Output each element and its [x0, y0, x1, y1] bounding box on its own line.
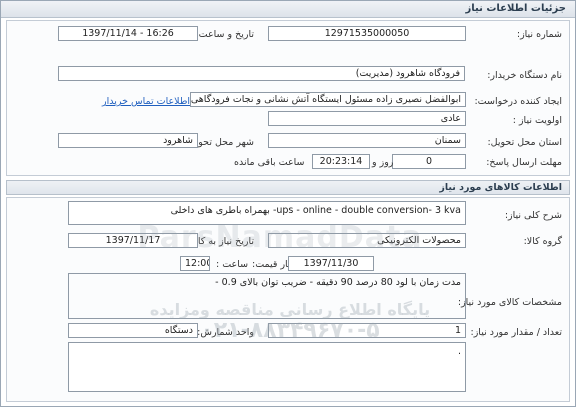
buyer-org-field: فرودگاه شاهرود (مدیریت): [58, 66, 465, 81]
summary-label: شرح کلی نیاز:: [504, 210, 562, 221]
requester-label: ایجاد کننده درخواست:: [474, 96, 562, 107]
announce-datetime-field: 1397/11/14 - 16:26: [58, 26, 198, 41]
need-number-field: 12971535000050: [268, 26, 466, 41]
page-title: جزئیات اطلاعات نیاز: [465, 3, 566, 14]
priority-label: اولویت نیاز :: [512, 115, 562, 126]
priority-field: عادی: [268, 111, 466, 126]
requester-field: ابوالفضل نصیری زاده مسئول ایستگاه آتش نش…: [190, 92, 466, 107]
goods-group-label: گروه کالا:: [523, 236, 562, 247]
buyer-org-label: نام دستگاه خریدار:: [487, 70, 562, 81]
city-field: شاهرود: [58, 133, 198, 148]
watermark-line1: پایگاه اطلاع رسانی مناقصه ومزایده: [149, 300, 431, 319]
notes-field: .: [68, 342, 466, 392]
quantity-label: تعداد / مقدار مورد نیاز:: [470, 327, 562, 338]
deadline-days-field: 0: [392, 154, 466, 169]
deadline-label: مهلت ارسال پاسخ:: [486, 157, 562, 168]
price-validity-date-field: 1397/11/30: [288, 256, 374, 271]
goods-section-title: اطلاعات کالاهای مورد نیاز: [439, 182, 562, 193]
province-field: سمنان: [268, 133, 466, 148]
deadline-time-field: 20:23:14: [312, 154, 370, 169]
watermark-brand: ParsNamadData: [137, 220, 423, 255]
need-number-label: شماره نیاز:: [516, 29, 562, 40]
price-validity-time-label: ساعت :: [216, 259, 249, 270]
deadline-days-label: روز و: [372, 157, 394, 168]
deadline-remaining-label: ساعت باقی مانده: [234, 157, 305, 168]
province-label: استان محل تحویل:: [487, 137, 562, 148]
specs-label: مشخصات کالای مورد نیاز:: [457, 297, 562, 308]
watermark-line2: ۰۲۱-۸۸۳۴۹۶۷۰-۵: [200, 318, 380, 343]
price-validity-time-field: 12:00: [180, 256, 210, 271]
buyer-contact-link[interactable]: اطلاعات تماس خریدار: [102, 96, 190, 107]
